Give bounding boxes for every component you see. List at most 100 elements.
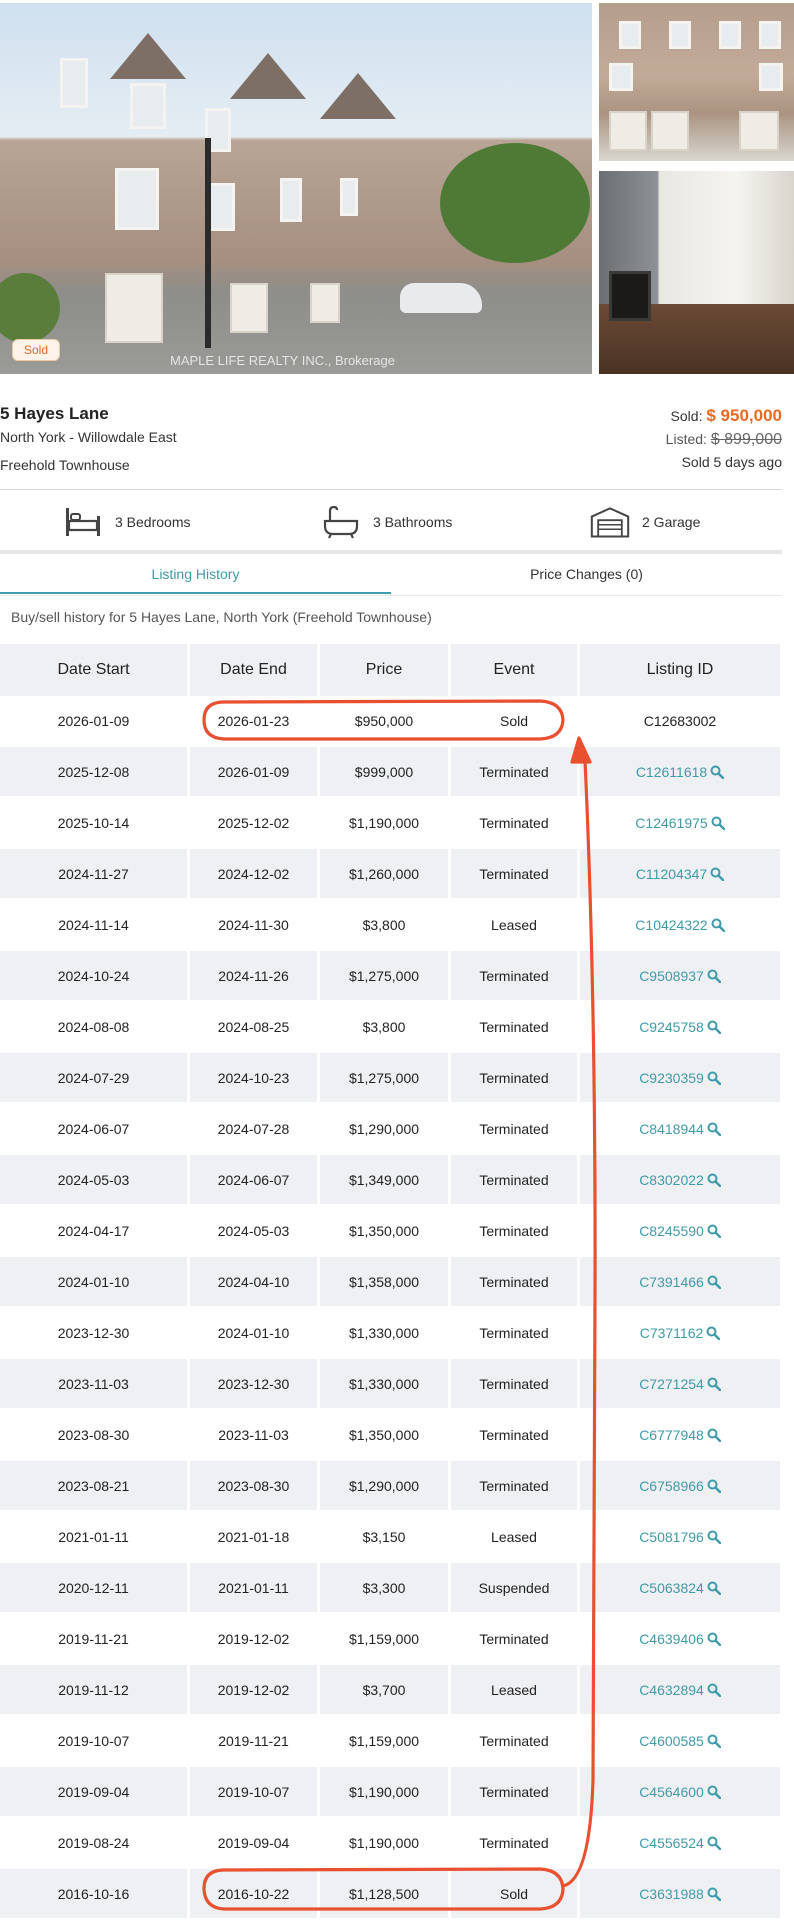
listing-id-cell[interactable]: C4632894 [577, 1665, 780, 1714]
listing-id-text: C8302022 [639, 1171, 704, 1188]
listing-id-cell[interactable]: C12461975 [577, 798, 780, 847]
column-header: Price [317, 644, 448, 696]
date-end-cell: 2026-01-09 [187, 747, 317, 796]
search-icon[interactable] [707, 1122, 721, 1136]
event-cell: Terminated [448, 1002, 577, 1051]
listing-id-link[interactable]: C4639406 [639, 1631, 721, 1647]
listing-id-link[interactable]: C6777948 [639, 1427, 721, 1443]
listing-id-cell[interactable]: C6758966 [577, 1461, 780, 1510]
listing-id-link[interactable]: C4556524 [639, 1835, 721, 1851]
listing-id-cell[interactable]: C8245590 [577, 1206, 780, 1255]
date-start-cell: 2016-10-16 [0, 1869, 187, 1918]
listing-id-link[interactable]: C6758966 [639, 1478, 721, 1494]
listing-id-cell[interactable]: C7371162 [577, 1308, 780, 1357]
listing-id-link[interactable]: C4632894 [639, 1682, 721, 1698]
listing-id-link[interactable]: C3631988 [639, 1886, 721, 1902]
listing-id-cell[interactable]: C5063824 [577, 1563, 780, 1612]
listing-id-link[interactable]: C8245590 [639, 1223, 721, 1239]
listing-id-text: C7391466 [639, 1273, 704, 1290]
price-cell: $3,800 [317, 900, 448, 949]
search-icon[interactable] [710, 867, 725, 881]
listing-id-link[interactable]: C7271254 [639, 1376, 721, 1392]
listing-id-cell[interactable]: C4639406 [577, 1614, 780, 1663]
price-cell: $1,275,000 [317, 951, 448, 1000]
listing-id-text: C4632894 [639, 1681, 704, 1698]
listing-id-link[interactable]: C12611618 [636, 764, 725, 780]
search-icon[interactable] [710, 765, 725, 779]
listing-id-cell[interactable]: C12611618 [577, 747, 780, 796]
table-row: 2019-09-04 2019-10-07 $1,190,000 Terminated… [0, 1767, 780, 1816]
date-start-cell: 2023-08-21 [0, 1461, 187, 1510]
listing-id-link[interactable]: C9508937 [639, 968, 721, 984]
listing-id-link[interactable]: C5081796 [639, 1529, 721, 1545]
search-icon[interactable] [707, 1071, 721, 1085]
tab-listing-history[interactable]: Listing History [0, 564, 391, 594]
listing-id-cell[interactable]: C4600585 [577, 1716, 780, 1765]
feature-garage: 2 Garage [590, 502, 700, 542]
search-icon[interactable] [707, 1632, 721, 1646]
main-photo[interactable]: Sold MAPLE LIFE REALTY INC., Brokerage [0, 3, 592, 374]
listing-id-link[interactable]: C7371162 [640, 1325, 721, 1341]
listing-id-link[interactable]: C12461975 [635, 815, 725, 831]
search-icon[interactable] [707, 1785, 721, 1799]
event-cell: Leased [448, 1512, 577, 1561]
listing-id-cell[interactable]: C7271254 [577, 1359, 780, 1408]
window [759, 63, 783, 91]
listing-id-link[interactable]: C8418944 [639, 1121, 721, 1137]
listing-id-cell[interactable]: C9508937 [577, 951, 780, 1000]
search-icon[interactable] [707, 1275, 721, 1289]
price-cell: $1,159,000 [317, 1716, 448, 1765]
price-cell: $1,190,000 [317, 798, 448, 847]
exterior-thumbnail[interactable] [599, 3, 794, 161]
history-caption: Buy/sell history for 5 Hayes Lane, North… [11, 609, 432, 625]
listing-id-cell[interactable]: C9230359 [577, 1053, 780, 1102]
listing-id-cell[interactable]: C10424322 [577, 900, 780, 949]
search-icon[interactable] [707, 1377, 721, 1391]
table-row: 2019-11-21 2019-12-02 $1,159,000 Terminated… [0, 1614, 780, 1663]
search-icon[interactable] [707, 1683, 721, 1697]
interior-thumbnail[interactable]: MAPLE LIFE REALTY INC. [599, 171, 794, 374]
listing-id-cell[interactable]: C4564600 [577, 1767, 780, 1816]
listing-id-cell[interactable]: C11204347 [577, 849, 780, 898]
listing-id-cell[interactable]: C4556524 [577, 1818, 780, 1867]
listing-id-link[interactable]: C11204347 [636, 866, 725, 882]
tab-price-changes[interactable]: Price Changes (0) [391, 564, 782, 594]
listing-id-cell[interactable]: C7391466 [577, 1257, 780, 1306]
search-icon[interactable] [707, 1173, 721, 1187]
listing-id-link[interactable]: C10424322 [635, 917, 725, 933]
search-icon[interactable] [707, 1428, 721, 1442]
search-icon[interactable] [707, 1020, 721, 1034]
listing-id-link[interactable]: C8302022 [639, 1172, 721, 1188]
listing-id-cell[interactable]: C5081796 [577, 1512, 780, 1561]
search-icon[interactable] [707, 1887, 721, 1901]
search-icon[interactable] [707, 1479, 721, 1493]
listing-id-cell[interactable]: C3631988 [577, 1869, 780, 1918]
price-cell: $999,000 [317, 747, 448, 796]
search-icon[interactable] [707, 1530, 721, 1544]
price-cell: $1,330,000 [317, 1308, 448, 1357]
search-icon[interactable] [707, 1224, 721, 1238]
listing-id-cell[interactable]: C6777948 [577, 1410, 780, 1459]
listing-id-link[interactable]: C9245758 [639, 1019, 721, 1035]
date-end-cell: 2024-05-03 [187, 1206, 317, 1255]
listing-id-link[interactable]: C5063824 [639, 1580, 721, 1596]
listing-id-link[interactable]: C4564600 [639, 1784, 721, 1800]
search-icon[interactable] [707, 1581, 721, 1595]
search-icon[interactable] [707, 969, 721, 983]
search-icon[interactable] [711, 816, 725, 830]
listing-id-link[interactable]: C7391466 [639, 1274, 721, 1290]
search-icon[interactable] [706, 1326, 721, 1340]
garage-door [651, 111, 689, 151]
roof-gable [230, 53, 306, 99]
listing-id-link[interactable]: C9230359 [639, 1070, 721, 1086]
listing-id-cell[interactable]: C9245758 [577, 1002, 780, 1051]
sold-badge: Sold [12, 339, 60, 361]
listing-id-cell[interactable]: C8302022 [577, 1155, 780, 1204]
listing-address: 5 Hayes Lane [0, 404, 109, 423]
listing-id-link[interactable]: C4600585 [639, 1733, 721, 1749]
listing-id-text: C12683002 [643, 712, 717, 729]
search-icon[interactable] [711, 918, 725, 932]
search-icon[interactable] [707, 1734, 721, 1748]
search-icon[interactable] [707, 1836, 721, 1850]
listing-id-cell[interactable]: C8418944 [577, 1104, 780, 1153]
